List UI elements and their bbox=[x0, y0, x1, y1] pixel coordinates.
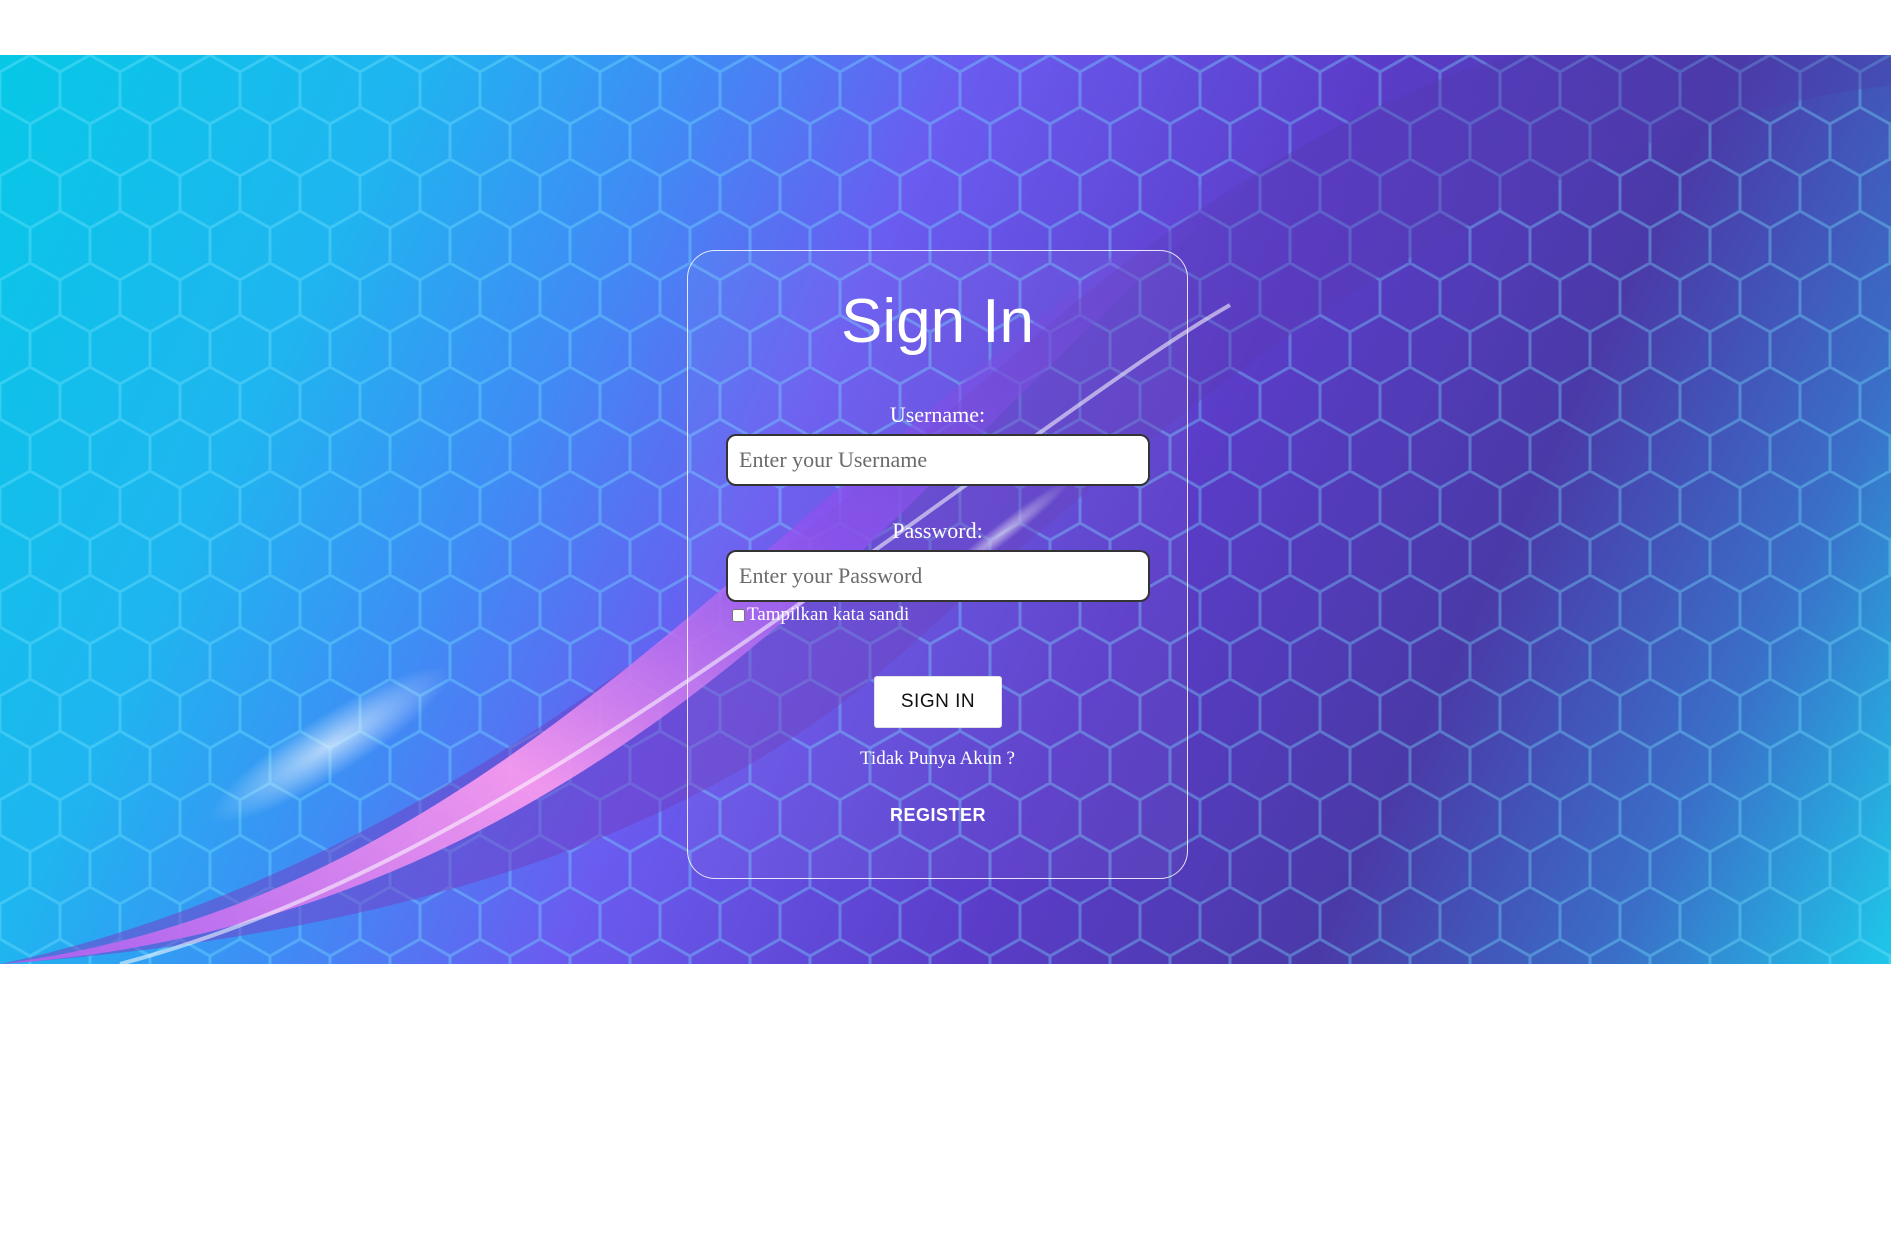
register-button[interactable]: REGISTER bbox=[874, 789, 1002, 841]
no-account-text: Tidak Punya Akun ? bbox=[859, 748, 1015, 769]
show-password-label: Tampilkan kata sandi bbox=[747, 604, 910, 625]
password-label: Password: bbox=[892, 518, 983, 543]
sign-in-button[interactable]: SIGN IN bbox=[874, 676, 1002, 728]
username-label: Username: bbox=[889, 402, 986, 427]
sign-in-card: Sign In Username: Password: Tampilkan ka… bbox=[687, 250, 1188, 879]
username-input[interactable] bbox=[726, 434, 1150, 486]
password-input[interactable] bbox=[726, 550, 1150, 602]
show-password-checkbox[interactable] bbox=[732, 608, 745, 622]
background-hero: Sign In Username: Password: Tampilkan ka… bbox=[0, 55, 1891, 964]
show-password-toggle[interactable]: Tampilkan kata sandi bbox=[732, 604, 909, 626]
page-title: Sign In bbox=[840, 287, 1035, 356]
page: Sign In Username: Password: Tampilkan ka… bbox=[0, 0, 1891, 1249]
